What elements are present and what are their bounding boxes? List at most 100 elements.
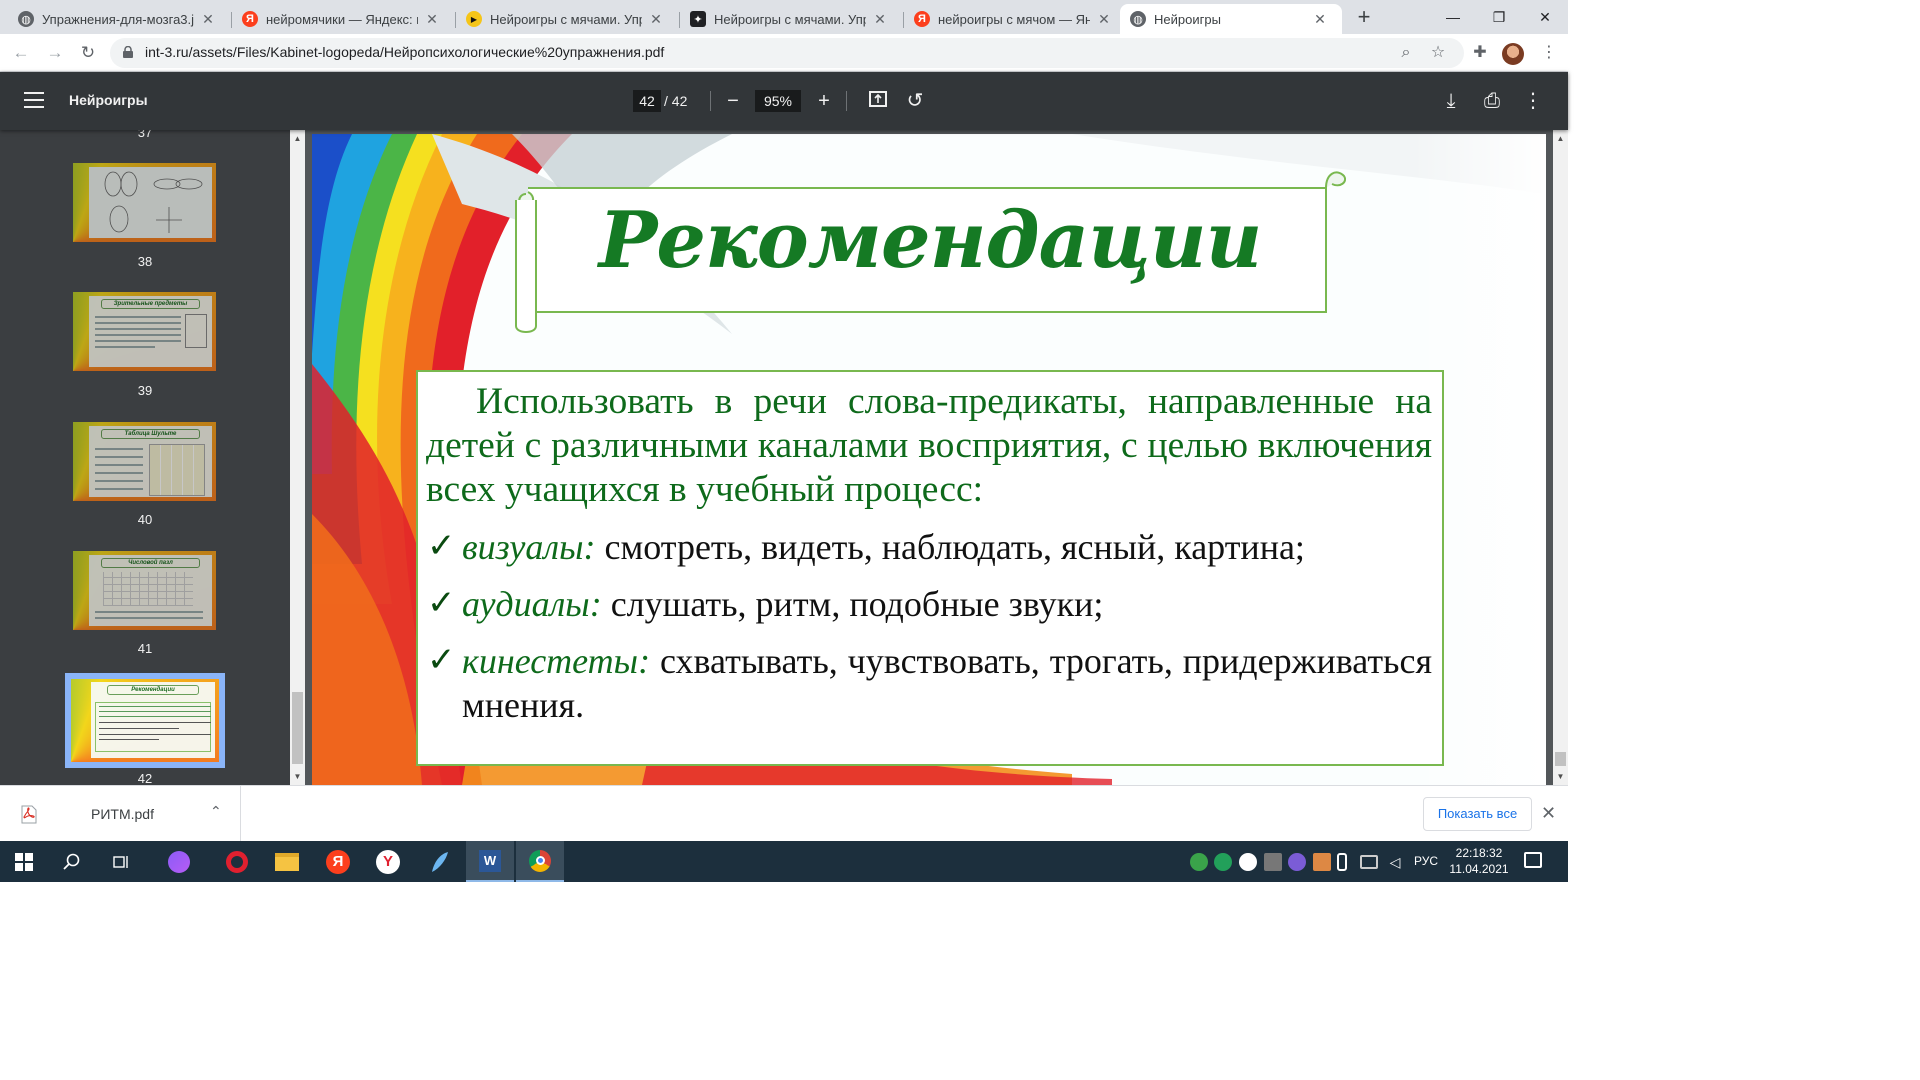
downloads-bar: РИТМ.pdf ⌃ Показать все ✕ <box>0 785 1568 842</box>
clock-date: 11.04.2021 <box>1449 862 1509 876</box>
close-tab-icon[interactable]: ✕ <box>200 11 216 28</box>
close-downloads-bar-icon[interactable]: ✕ <box>1541 803 1556 824</box>
windows-start-icon[interactable] <box>0 841 48 882</box>
bullet-term: визуалы: <box>462 527 596 567</box>
bullet-text: смотреть, видеть, наблюдать, ясный, карт… <box>604 527 1305 567</box>
yandex-browser-icon[interactable]: Я <box>314 841 362 882</box>
pdf-file-icon <box>21 805 37 824</box>
tray-office-icon[interactable] <box>1313 853 1331 871</box>
tab-title: нейроигры с мячом — Янде <box>938 11 1090 27</box>
thumbnail-caption: Рекомендации <box>107 685 199 695</box>
sidebar-scrollbar-thumb[interactable] <box>292 692 303 764</box>
yandex-icon: Я <box>914 11 930 27</box>
rotate-icon[interactable]: ↺ <box>903 89 927 113</box>
chevron-up-icon[interactable]: ⌃ <box>210 803 222 820</box>
tab-2[interactable]: Я нейромячики — Яндекс: на ✕ <box>232 4 454 34</box>
thumbnail-page-39[interactable]: Зрительные предметы <box>73 292 216 371</box>
back-button[interactable]: ← <box>9 41 33 65</box>
thumbnail-page-number: 40 <box>137 512 153 527</box>
keyboard-language[interactable]: РУС <box>1414 854 1438 868</box>
page-number-input[interactable]: 42 <box>633 90 661 112</box>
page-total: / 42 <box>664 93 688 109</box>
sidebar-menu-icon[interactable] <box>24 92 44 110</box>
scroll-up-arrow-icon[interactable]: ▲ <box>1553 131 1568 146</box>
thumbnail-page-42-selected[interactable]: Рекомендации <box>65 673 225 768</box>
forward-button[interactable]: → <box>43 41 67 65</box>
browser-menu-icon[interactable]: ⋮ <box>1537 41 1561 65</box>
tab-title: нейромячики — Яндекс: на <box>266 11 418 27</box>
network-icon[interactable] <box>1360 855 1378 869</box>
close-tab-icon[interactable]: ✕ <box>1096 11 1112 28</box>
bookmark-star-icon[interactable]: ☆ <box>1428 43 1448 63</box>
feather-app-icon[interactable] <box>415 841 463 882</box>
main-scrollbar-thumb[interactable] <box>1555 752 1566 766</box>
zoom-in-button[interactable]: + <box>812 89 836 113</box>
thumbnail-page-number: 39 <box>137 383 153 398</box>
tray-yandex-icon[interactable] <box>1239 853 1257 871</box>
alice-assistant-icon[interactable] <box>155 841 203 882</box>
opera-browser-icon[interactable] <box>213 841 261 882</box>
volume-icon[interactable]: ◁ <box>1386 853 1404 871</box>
close-tab-icon[interactable]: ✕ <box>872 11 888 28</box>
slide-title: Рекомендации <box>598 195 1263 286</box>
close-tab-icon[interactable]: ✕ <box>648 11 664 28</box>
print-icon[interactable]: ⎙ <box>1480 89 1504 113</box>
zoom-input[interactable]: 95% <box>755 90 801 112</box>
windows-taskbar: Я Y W ◁ РУС 22:18:32 11.04.2021 <box>0 841 1568 882</box>
scroll-down-arrow-icon[interactable]: ▼ <box>1553 769 1568 784</box>
tab-1[interactable]: ◍ Упражнения-для-мозга3.jpg ✕ <box>8 4 230 34</box>
thumbnail-page-number: 41 <box>137 641 153 656</box>
word-app-icon[interactable]: W <box>466 841 514 882</box>
download-item[interactable]: РИТМ.pdf ⌃ <box>0 786 241 842</box>
bullet-audials: ✓ аудиалы: слушать, ритм, подобные звуки… <box>426 582 1432 626</box>
chrome-app-icon[interactable] <box>516 841 564 882</box>
notifications-icon[interactable] <box>1524 852 1542 868</box>
zoom-out-button[interactable]: − <box>721 89 745 113</box>
task-view-icon[interactable] <box>97 841 145 882</box>
thumbnail-page-41[interactable]: Числовой пазл <box>73 551 216 630</box>
tab-3[interactable]: ▶ Нейроигры с мячами. Упра ✕ <box>456 4 678 34</box>
sidebar-scrollbar[interactable] <box>290 130 305 785</box>
intro-paragraph: Использовать в речи слова-предикаты, нап… <box>426 381 1432 510</box>
tab-6-active[interactable]: ◍ Нейроигры ✕ <box>1120 4 1342 34</box>
thumbnail-page-38[interactable] <box>73 163 216 242</box>
bullet-term: кинестеты: <box>462 641 651 681</box>
browser-tab-strip: ◍ Упражнения-для-мозга3.jpg ✕ Я нейромяч… <box>0 0 1568 34</box>
reload-button[interactable]: ↻ <box>76 41 100 65</box>
download-icon[interactable]: ⤓ <box>1439 89 1463 113</box>
tray-app-icon[interactable] <box>1190 853 1208 871</box>
minimize-button[interactable]: — <box>1430 0 1476 34</box>
tray-flag-icon[interactable] <box>1264 853 1282 871</box>
extensions-puzzle-icon[interactable]: ✚ <box>1468 41 1492 65</box>
tray-viber-icon[interactable] <box>1288 853 1306 871</box>
system-clock[interactable]: 22:18:32 11.04.2021 <box>1448 845 1510 877</box>
zoom-icon[interactable]: ⌕ <box>1396 43 1416 63</box>
main-scrollbar[interactable] <box>1553 130 1568 785</box>
close-window-button[interactable]: ✕ <box>1522 0 1568 34</box>
file-explorer-icon[interactable] <box>263 841 311 882</box>
new-tab-button[interactable]: + <box>1352 6 1376 30</box>
checkmark-icon: ✓ <box>427 640 456 680</box>
scroll-down-arrow-icon[interactable]: ▼ <box>290 769 305 784</box>
scroll-up-arrow-icon[interactable]: ▲ <box>290 131 305 146</box>
document-title: Нейроигры <box>69 92 148 108</box>
show-all-downloads-button[interactable]: Показать все <box>1423 797 1532 831</box>
tab-5[interactable]: Я нейроигры с мячом — Янде ✕ <box>904 4 1126 34</box>
bullet-kinesthetics: ✓ кинестеты: схватывать, чувствовать, тр… <box>426 639 1432 727</box>
microphone-icon[interactable] <box>1337 853 1347 871</box>
globe-icon: ◍ <box>1130 11 1146 27</box>
tab-4[interactable]: ✦ Нейроигры с мячами. Упра ✕ <box>680 4 902 34</box>
maximize-button[interactable]: ❐ <box>1476 0 1522 34</box>
more-options-icon[interactable]: ⋮ <box>1521 89 1545 113</box>
bullet-visuals: ✓ визуалы: смотреть, видеть, наблюдать, … <box>426 525 1432 569</box>
yandex-y-icon[interactable]: Y <box>364 841 412 882</box>
tray-security-icon[interactable] <box>1214 853 1232 871</box>
profile-avatar[interactable] <box>1502 43 1524 65</box>
fit-page-icon[interactable] <box>866 89 890 113</box>
browser-toolbar: ← → ↻ int-3.ru/assets/Files/Kabinet-logo… <box>0 34 1568 72</box>
search-icon[interactable] <box>48 841 96 882</box>
close-tab-icon[interactable]: ✕ <box>1312 11 1328 28</box>
close-tab-icon[interactable]: ✕ <box>424 11 440 28</box>
address-bar[interactable]: int-3.ru/assets/Files/Kabinet-logopeda/Н… <box>110 38 1464 68</box>
thumbnail-page-40[interactable]: Таблица Шульте <box>73 422 216 501</box>
